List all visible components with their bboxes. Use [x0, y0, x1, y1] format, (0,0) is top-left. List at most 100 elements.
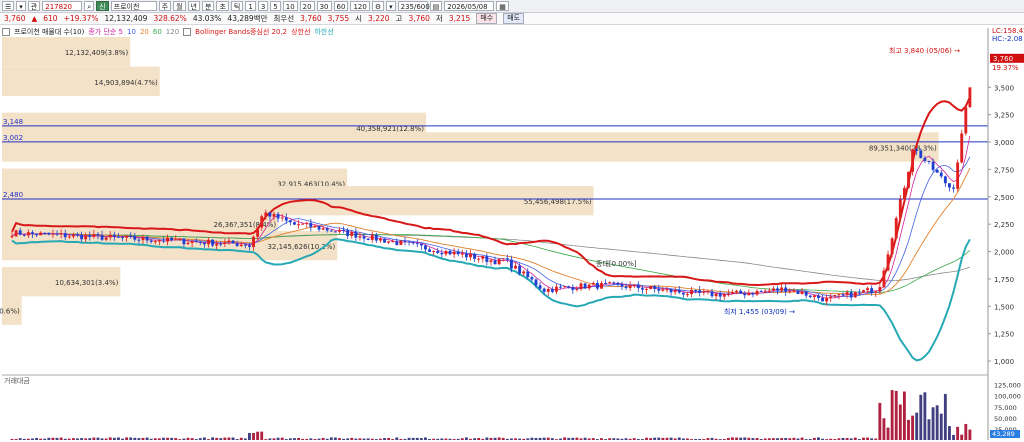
horizontal-lines: 3,148 3,002 2,480: [2, 118, 988, 200]
vol-bar-154: [640, 439, 644, 440]
vol-bar-184: [763, 438, 767, 440]
candle-body-55: [235, 243, 239, 246]
candle-body-126: [526, 271, 530, 278]
settings-icon[interactable]: ⚙: [371, 1, 385, 11]
ma10-line: [11, 156, 971, 298]
candle-body-227: [939, 172, 943, 177]
period-minute[interactable]: 분: [201, 1, 215, 11]
vol-bar-37: [162, 437, 165, 440]
legend-bb-checkbox[interactable]: [183, 28, 192, 36]
candle-body-161: [669, 289, 673, 293]
bb-lower-line: [11, 238, 971, 362]
candle-body-128: [534, 279, 538, 286]
price-change: 610: [43, 14, 58, 23]
candle-body-13: [63, 233, 67, 238]
vol-bar-196: [812, 437, 816, 440]
chevron-down-icon[interactable]: ▾: [386, 1, 396, 11]
candle-body-40: [174, 239, 178, 241]
buy-button[interactable]: 매수: [476, 13, 498, 24]
menu-icon[interactable]: ☰: [2, 1, 15, 11]
vol-bar-49: [211, 437, 215, 440]
low-annotation: 최저 1,455 (03/09) →: [724, 307, 795, 316]
vol-bar-183: [759, 438, 763, 440]
vol-bar-188: [780, 438, 784, 440]
candle-body-51: [219, 243, 223, 245]
interval-1[interactable]: 1: [245, 1, 256, 11]
trade-amount: 43,289백만: [227, 14, 268, 23]
vol-bar-64: [272, 438, 276, 440]
calendar-icon[interactable]: ▦: [496, 1, 509, 11]
candle-body-224: [927, 160, 931, 162]
legend-bb-upper: 상한선: [291, 28, 311, 36]
ma20-line: [11, 168, 971, 295]
count-field[interactable]: 235/600: [397, 1, 430, 11]
interval-30[interactable]: 30: [316, 1, 332, 11]
chart-icon[interactable]: ▤: [429, 1, 443, 11]
vol-bar-120: [501, 437, 505, 440]
candle-body-48: [207, 239, 210, 245]
candle-body-100: [419, 243, 423, 246]
dropdown-icon[interactable]: ▾: [16, 1, 26, 11]
vol-bar-100: [419, 438, 423, 440]
vol-bar-171: [710, 437, 714, 440]
candle-body-127: [530, 277, 534, 280]
vol-bar-222: [919, 394, 923, 440]
candle-body-30: [133, 235, 137, 240]
vol-bar-2: [18, 438, 22, 440]
candle-body-2: [18, 230, 22, 235]
vol-bar-147: [612, 438, 616, 440]
interval-20[interactable]: 20: [299, 1, 315, 11]
period-tick[interactable]: 틱: [230, 1, 244, 11]
legend-ma60: 60: [152, 28, 162, 36]
vol-bar-133: [555, 439, 558, 440]
vol-bar-128: [534, 437, 538, 440]
stock-code-input[interactable]: 217820: [42, 1, 83, 11]
y-tick-label-1: 1,250: [994, 331, 1014, 339]
vol-bar-118: [493, 437, 497, 440]
vol-bar-216: [894, 390, 898, 440]
vol-bar-202: [837, 438, 841, 440]
candle-body-149: [620, 284, 624, 287]
candle-body-14: [67, 236, 71, 238]
vol-bar-62: [264, 439, 268, 440]
candle-body-39: [170, 237, 174, 241]
vol-bar-218: [902, 391, 906, 440]
stock-type-badge: 신: [96, 1, 109, 11]
interval-10[interactable]: 10: [282, 1, 298, 11]
candle-body-207: [857, 291, 861, 293]
vol-bar-102: [428, 439, 431, 440]
vol-bar-60: [256, 431, 260, 440]
candle-body-133: [555, 286, 558, 292]
interval-5[interactable]: 5: [270, 1, 281, 11]
type-label[interactable]: 관: [27, 1, 41, 11]
interval-120[interactable]: 120: [350, 1, 370, 11]
legend-checkbox[interactable]: [2, 28, 10, 36]
candle-body-139: [579, 283, 583, 290]
period-second[interactable]: 초: [216, 1, 229, 11]
vol-bar-23: [104, 438, 108, 440]
sell-button[interactable]: 매도: [503, 13, 525, 24]
period-month[interactable]: 월: [173, 1, 186, 11]
stock-name-field[interactable]: 프로이천: [110, 1, 157, 11]
vol-bar-221: [915, 412, 919, 440]
vol-bar-50: [215, 437, 219, 440]
candle-body-95: [399, 240, 403, 245]
candle-body-88: [370, 234, 374, 240]
candle-body-83: [350, 232, 354, 236]
candle-body-165: [686, 294, 689, 296]
period-year[interactable]: 년: [187, 1, 200, 11]
candle-body-15: [71, 234, 75, 237]
candle-body-71: [301, 223, 305, 225]
interval-60[interactable]: 60: [333, 1, 349, 11]
search-icon[interactable]: ⌕: [84, 1, 95, 11]
period-week[interactable]: 주: [158, 1, 172, 11]
vol-bar-38: [166, 437, 169, 440]
low-label: 저: [435, 14, 443, 23]
vol-bar-224: [927, 419, 931, 440]
interval-3[interactable]: 3: [257, 1, 269, 11]
vol-bar-231: [956, 426, 960, 440]
vol-bar-152: [632, 438, 636, 440]
candle-body-99: [415, 243, 419, 245]
vol-bar-227: [939, 413, 943, 440]
date-field[interactable]: 2026/05/08: [444, 1, 495, 11]
